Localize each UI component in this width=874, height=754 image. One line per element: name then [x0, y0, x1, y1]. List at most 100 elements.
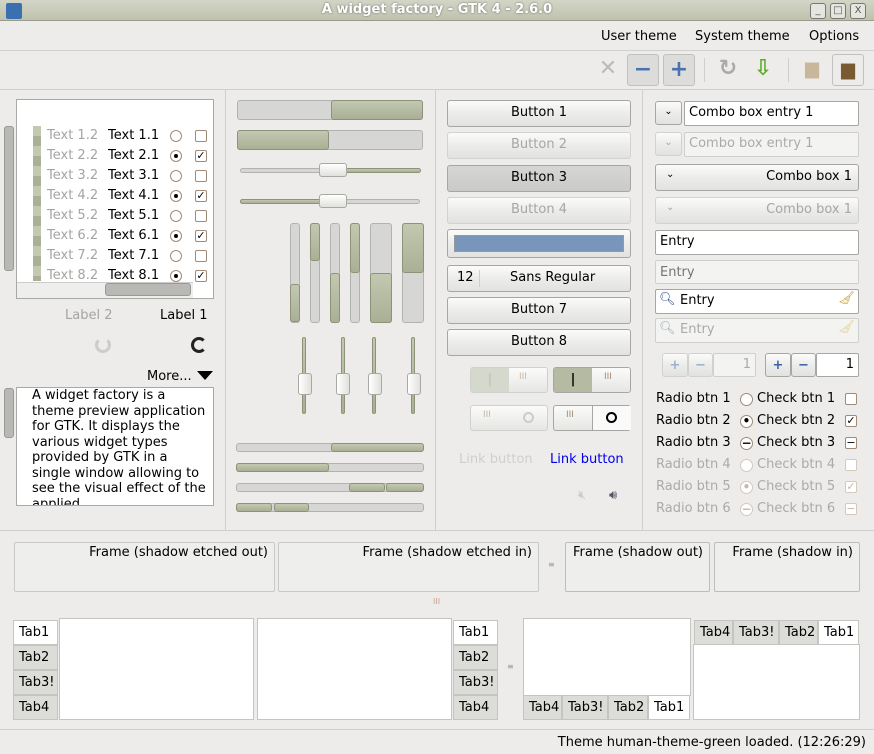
- tree-checkbox[interactable]: [195, 130, 207, 142]
- radio-button-label[interactable]: Radio btn 6: [656, 501, 731, 516]
- tree-radio[interactable]: [170, 190, 182, 202]
- button-1[interactable]: Button 1: [447, 100, 631, 127]
- radio-button[interactable]: −: [740, 503, 753, 516]
- combo-box-entry-disabled[interactable]: Combo box entry 1: [684, 132, 859, 157]
- radio-button-label[interactable]: Radio btn 1: [656, 391, 731, 406]
- vertical-scrollbar[interactable]: [4, 126, 14, 271]
- volume-icon[interactable]: 🔊︎: [609, 488, 617, 503]
- check-button-label[interactable]: Check btn 3: [757, 435, 835, 450]
- tab-top[interactable]: Tab3!: [733, 620, 779, 645]
- radio-button[interactable]: •: [740, 481, 753, 494]
- tab-right[interactable]: Tab3!: [453, 670, 498, 695]
- tree-radio[interactable]: [170, 230, 182, 242]
- check-button-label[interactable]: Check btn 4: [757, 457, 835, 472]
- check-button[interactable]: [845, 459, 857, 471]
- link-button-disabled[interactable]: Link button: [459, 452, 533, 467]
- check-button[interactable]: −: [845, 437, 857, 449]
- combo-box-entry[interactable]: Combo box entry 1: [684, 101, 859, 126]
- entry[interactable]: Entry: [655, 230, 859, 255]
- tree-row[interactable]: Text 7.2 Text 7.1: [42, 247, 212, 267]
- zoom-in-icon[interactable]: +: [663, 54, 695, 86]
- tab-top[interactable]: Tab4: [694, 620, 733, 645]
- tree-checkbox[interactable]: [195, 170, 207, 182]
- link-button[interactable]: Link button: [550, 452, 624, 467]
- tab-left[interactable]: Tab2: [13, 645, 58, 670]
- scale-slider-handle[interactable]: [336, 373, 350, 395]
- tab-bottom[interactable]: Tab4: [523, 695, 562, 720]
- tab-top[interactable]: Tab1: [818, 620, 859, 645]
- close-window-button[interactable]: X: [850, 3, 866, 19]
- tree-row[interactable]: Text 5.2 Text 5.1: [42, 207, 212, 227]
- scrollbar-thumb[interactable]: [105, 283, 191, 296]
- button-4[interactable]: Button 4: [447, 197, 631, 224]
- clear-icon[interactable]: 🧹︎: [838, 291, 855, 306]
- tab-left[interactable]: Tab1: [13, 620, 58, 645]
- spin-decrement-disabled[interactable]: −: [688, 353, 713, 377]
- radio-button[interactable]: [740, 459, 753, 472]
- minimize-button[interactable]: _: [810, 3, 826, 19]
- tree-radio[interactable]: [170, 150, 182, 162]
- tree-row[interactable]: Text 6.2 Text 6.1 ✓: [42, 227, 212, 247]
- tree-row[interactable]: Text 3.2 Text 3.1: [42, 167, 212, 187]
- combo-box[interactable]: ⌄ Combo box 1: [655, 164, 859, 191]
- spin-button-disabled[interactable]: 1: [713, 353, 756, 377]
- tree-row[interactable]: Text 4.2 Text 4.1 ✓: [42, 187, 212, 207]
- radio-button[interactable]: [740, 393, 753, 406]
- tree-row[interactable]: Text 2.2 Text 2.1 ✓: [42, 147, 212, 167]
- volume-muted-icon[interactable]: 🔇︎: [578, 488, 586, 503]
- refresh-icon[interactable]: ↻: [712, 54, 744, 86]
- spin-increment[interactable]: +: [765, 353, 791, 377]
- tab-right[interactable]: Tab1: [453, 620, 498, 645]
- scale-slider-handle[interactable]: [298, 373, 312, 395]
- tree-radio[interactable]: [170, 270, 182, 282]
- tree-checkbox[interactable]: [195, 250, 207, 262]
- combo-box-disabled[interactable]: ⌄ Combo box 1: [655, 197, 859, 224]
- switch-disabled-on[interactable]: | III: [470, 367, 548, 393]
- tab-bottom[interactable]: Tab2: [608, 695, 648, 720]
- tree-checkbox[interactable]: ✓: [195, 190, 207, 202]
- switch-on[interactable]: | III: [553, 367, 631, 393]
- tab-right[interactable]: Tab2: [453, 645, 498, 670]
- radio-button-label[interactable]: Radio btn 2: [656, 413, 731, 428]
- tree-checkbox[interactable]: [195, 210, 207, 222]
- tab-bottom[interactable]: Tab3!: [562, 695, 608, 720]
- triangle-down-icon[interactable]: [197, 371, 213, 380]
- check-button-label[interactable]: Check btn 2: [757, 413, 835, 428]
- menu-user-theme[interactable]: User theme: [601, 29, 677, 44]
- scale-slider-handle[interactable]: [407, 373, 421, 395]
- tree-radio[interactable]: [170, 130, 182, 142]
- combo-entry-dropdown-button[interactable]: ⌄: [655, 101, 682, 125]
- tab-top[interactable]: Tab2: [779, 620, 818, 645]
- close-icon[interactable]: ✕: [592, 54, 624, 86]
- check-button[interactable]: −: [845, 503, 857, 515]
- scale-slider-handle[interactable]: [368, 373, 382, 395]
- check-button[interactable]: ✓: [845, 481, 857, 493]
- color-button[interactable]: [447, 229, 631, 258]
- pane-handle[interactable]: III: [433, 597, 440, 606]
- tree-checkbox[interactable]: ✓: [195, 150, 207, 162]
- menu-options[interactable]: Options: [809, 29, 859, 44]
- radio-button[interactable]: −: [740, 437, 753, 450]
- pane-handle[interactable]: ≡: [548, 560, 555, 569]
- check-button-label[interactable]: Check btn 5: [757, 479, 835, 494]
- button-8[interactable]: Button 8: [447, 329, 631, 356]
- entry-disabled[interactable]: [655, 260, 859, 284]
- spin-increment-disabled[interactable]: +: [662, 353, 688, 377]
- search-entry[interactable]: Entry: [655, 289, 859, 314]
- check-button-label[interactable]: Check btn 1: [757, 391, 835, 406]
- tree-radio[interactable]: [170, 210, 182, 222]
- tree-checkbox[interactable]: ✓: [195, 230, 207, 242]
- radio-button-label[interactable]: Radio btn 3: [656, 435, 731, 450]
- tree-radio[interactable]: [170, 250, 182, 262]
- scale-slider-handle[interactable]: [319, 163, 347, 177]
- download-icon[interactable]: ⇩: [747, 54, 779, 86]
- scale-slider-handle[interactable]: [319, 194, 347, 208]
- tab-left[interactable]: Tab4: [13, 695, 58, 720]
- check-button[interactable]: [845, 393, 857, 405]
- maximize-button[interactable]: □: [830, 3, 846, 19]
- combo-entry-dropdown-button-disabled[interactable]: ⌄: [655, 132, 682, 156]
- switch-disabled-off[interactable]: III: [470, 405, 548, 431]
- check-button[interactable]: ✓: [845, 415, 857, 427]
- button-7[interactable]: Button 7: [447, 297, 631, 324]
- folder-icon[interactable]: ▆: [796, 54, 828, 86]
